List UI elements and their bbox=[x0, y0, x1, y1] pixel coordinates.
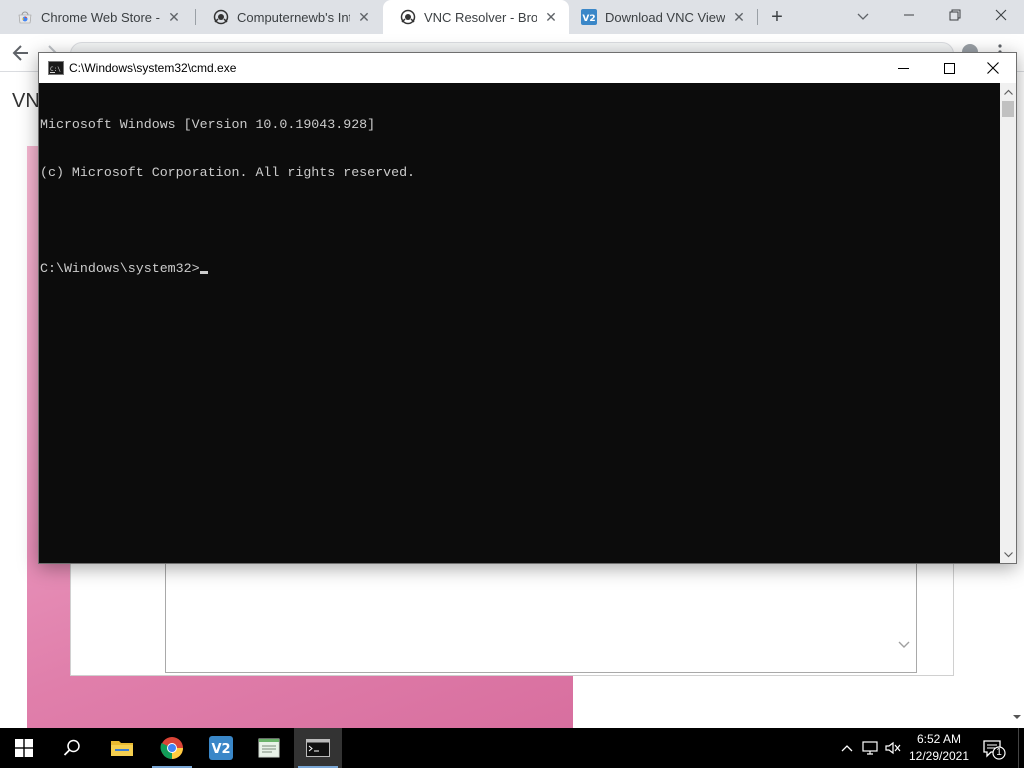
taskbar-chrome[interactable] bbox=[148, 728, 196, 768]
close-icon bbox=[995, 9, 1007, 21]
cmd-title-bar[interactable]: C:\ C:\Windows\system32\cmd.exe bbox=[39, 53, 1016, 83]
clock-time: 6:52 AM bbox=[916, 732, 962, 746]
taskbar-notepad[interactable] bbox=[245, 728, 293, 768]
close-tab-icon[interactable]: ✕ bbox=[356, 9, 372, 25]
console-output[interactable]: Microsoft Windows [Version 10.0.19043.92… bbox=[39, 83, 1000, 563]
tab-chrome-web-store[interactable]: Chrome Web Store - Ex ✕ bbox=[0, 0, 192, 34]
chevron-down-icon[interactable] bbox=[897, 638, 911, 652]
chrome-web-store-icon bbox=[17, 9, 33, 25]
tab-title: Computernewb's Intern bbox=[237, 9, 350, 25]
back-arrow-icon[interactable] bbox=[10, 42, 32, 64]
console-prompt-line: C:\Windows\system32> bbox=[40, 261, 1000, 277]
minimize-icon bbox=[897, 67, 909, 69]
vnc-viewer-icon: V2 bbox=[581, 9, 597, 25]
volume-muted-icon[interactable] bbox=[884, 739, 902, 757]
tab-download-vnc-viewer[interactable]: V2 Download VNC Viewer ✕ bbox=[571, 0, 757, 34]
console-prompt: C:\Windows\system32> bbox=[40, 261, 200, 276]
minimize-cmd-button[interactable] bbox=[880, 53, 926, 83]
notification-count: 1 bbox=[996, 747, 1002, 758]
tab-title: VNC Resolver - Browse bbox=[424, 9, 537, 25]
action-center-icon[interactable]: 1 bbox=[982, 738, 1006, 760]
file-explorer-icon bbox=[111, 741, 133, 756]
close-tab-icon[interactable]: ✕ bbox=[543, 9, 559, 25]
page-scroll-down-icon[interactable] bbox=[1012, 712, 1022, 722]
start-icon bbox=[15, 739, 33, 757]
browser-tab-bar: Chrome Web Store - Ex ✕ Computernewb's I… bbox=[0, 0, 1024, 34]
computernewb-icon bbox=[213, 9, 229, 25]
vnc-viewer-icon: V2 bbox=[209, 736, 233, 760]
tab-vnc-resolver[interactable]: VNC Resolver - Browse ✕ bbox=[383, 0, 569, 34]
restore-browser-button[interactable] bbox=[932, 0, 978, 30]
network-icon[interactable] bbox=[862, 739, 880, 757]
taskbar-vnc-viewer[interactable]: V2 bbox=[197, 728, 245, 768]
page-title: VN bbox=[12, 90, 40, 112]
cmd-window-title: C:\Windows\system32\cmd.exe bbox=[69, 61, 237, 75]
restore-icon bbox=[949, 9, 961, 21]
close-cmd-button[interactable] bbox=[970, 53, 1016, 83]
scroll-down-icon[interactable] bbox=[1000, 546, 1016, 563]
console-line: (c) Microsoft Corporation. All rights re… bbox=[40, 165, 416, 180]
scroll-up-icon[interactable] bbox=[1000, 83, 1016, 100]
console-scrollbar[interactable] bbox=[1000, 83, 1016, 563]
close-browser-button[interactable] bbox=[978, 0, 1024, 30]
minimize-browser-button[interactable] bbox=[886, 0, 932, 30]
maximize-cmd-button[interactable] bbox=[926, 53, 972, 83]
console-line: Microsoft Windows [Version 10.0.19043.92… bbox=[40, 117, 376, 132]
tab-search-chevron-icon[interactable] bbox=[854, 7, 872, 25]
close-tab-icon[interactable]: ✕ bbox=[731, 9, 747, 25]
start-button[interactable] bbox=[0, 728, 48, 768]
show-desktop-button[interactable] bbox=[1018, 728, 1024, 768]
chrome-icon bbox=[160, 737, 183, 759]
tab-divider bbox=[757, 9, 758, 25]
show-hidden-icons-chevron-icon[interactable] bbox=[838, 739, 856, 757]
taskbar-file-explorer[interactable] bbox=[98, 728, 146, 768]
system-clock[interactable]: 6:52 AM 12/29/2021 bbox=[904, 731, 974, 765]
search-icon bbox=[63, 739, 80, 756]
windows-taskbar: V2 6:52 AM 12/29/2021 1 bbox=[0, 728, 1024, 768]
taskbar-command-prompt[interactable] bbox=[294, 728, 342, 768]
close-icon bbox=[987, 62, 999, 74]
svg-text:V2: V2 bbox=[582, 14, 595, 24]
taskbar-search-button[interactable] bbox=[48, 728, 96, 768]
tab-computernewb[interactable]: Computernewb's Intern ✕ bbox=[196, 0, 382, 34]
clock-date: 12/29/2021 bbox=[908, 749, 970, 763]
tab-title: Chrome Web Store - Ex bbox=[41, 9, 160, 25]
cmd-app-icon: C:\ bbox=[48, 61, 64, 75]
svg-text:V2: V2 bbox=[211, 742, 230, 757]
svg-text:C:\: C:\ bbox=[50, 66, 61, 73]
close-tab-icon[interactable]: ✕ bbox=[166, 9, 182, 25]
minimize-icon bbox=[904, 14, 914, 16]
tab-title: Download VNC Viewer bbox=[605, 9, 725, 25]
command-prompt-icon bbox=[306, 739, 330, 757]
notepad-icon bbox=[258, 738, 280, 758]
text-cursor bbox=[199, 271, 208, 274]
command-prompt-window[interactable]: C:\ C:\Windows\system32\cmd.exe Microsof… bbox=[38, 52, 1017, 564]
maximize-icon bbox=[943, 62, 955, 74]
scrollbar-thumb[interactable] bbox=[1002, 101, 1014, 117]
vnc-resolver-icon bbox=[400, 9, 416, 25]
new-tab-button[interactable]: + bbox=[766, 6, 788, 28]
